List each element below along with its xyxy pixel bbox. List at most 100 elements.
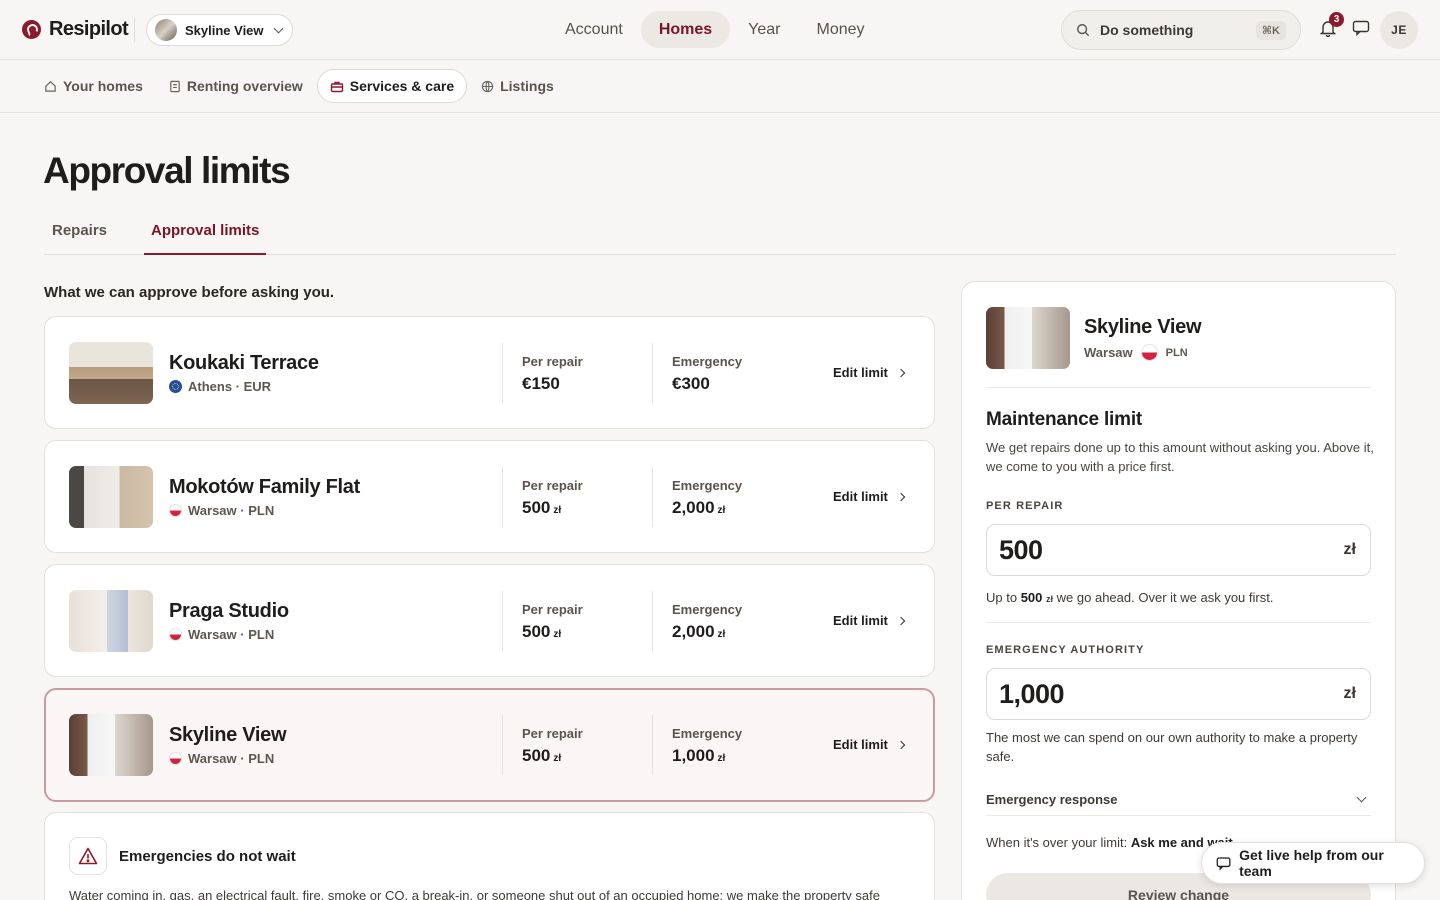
limit-editor-panel: Skyline View Warsaw PLN Maintenance limi… [961,281,1396,900]
home-name: Koukaki Terrace [169,352,319,374]
divider [502,715,503,775]
location-text: Warsaw · PLN [188,751,275,766]
subnav-label: Listings [500,78,554,94]
chevron-right-icon [896,492,906,501]
warning-icon [78,847,98,865]
edit-limit-button[interactable]: Edit limit [833,613,906,628]
home-photo [69,342,153,404]
currency: zł [553,753,562,764]
per-repair-label: Per repair [522,602,583,617]
emergency-notice-title: Emergencies do not wait [119,848,296,865]
home-location: Warsaw · PLN [169,627,274,642]
brand-logo[interactable]: Resipilot [22,18,129,41]
divider [502,343,503,403]
emergency-label: Emergency [672,602,743,617]
nav-money[interactable]: Money [799,11,883,48]
home-name: Praga Studio [169,600,289,622]
hint-amount: 500 [1020,590,1043,605]
hint-currency: zł [1046,594,1054,604]
divider [652,715,653,775]
subnav-label: Services & care [349,78,455,94]
home-photo [69,466,153,528]
per-repair-label: Per repair [522,726,583,741]
per-repair-input[interactable]: zł [986,524,1371,576]
per-repair-value: €150 [522,374,563,394]
emergency-authority-input[interactable]: zł [986,668,1371,720]
home-photo [69,590,153,652]
per-repair-label: Per repair [522,354,583,369]
section-intro: What we can approve before asking you. [44,284,335,301]
city: Warsaw [1084,345,1133,360]
currency-suffix: zł [1343,541,1356,558]
emergency-label: Emergency [672,354,743,369]
home-card-praga-studio[interactable]: Praga Studio Warsaw · PLN Per repair 500… [44,564,935,677]
emergency-notice-card: Emergencies do not wait Water coming in,… [44,812,935,900]
location-text: Warsaw · PLN [188,503,275,518]
poland-flag-icon [169,504,182,517]
home-name: Mokotów Family Flat [169,476,360,498]
poland-flag-icon [169,628,182,641]
panel-home-location: Warsaw PLN [1084,344,1188,361]
per-repair-hint: Up to 500 zł we go ahead. Over it we ask… [986,588,1376,609]
emergency-value: €300 [672,374,713,394]
tab-repairs[interactable]: Repairs [44,214,115,255]
currency: zł [553,629,562,640]
home-photo [986,307,1070,369]
home-card-mokotow-family-flat[interactable]: Mokotów Family Flat Warsaw · PLN Per rep… [44,440,935,553]
live-help-button[interactable]: Get live help from our team [1201,842,1425,884]
home-card-skyline-view[interactable]: Skyline View Warsaw · PLN Per repair 500… [44,688,935,802]
home-card-koukaki-terrace[interactable]: Koukaki Terrace Athens · EUR Per repair … [44,316,935,429]
nav-year[interactable]: Year [730,11,798,48]
nav-account[interactable]: Account [547,11,641,48]
home-name: Skyline View [169,724,287,746]
home-location: Athens · EUR [169,379,271,394]
divider [502,467,503,527]
emergency-value: 2,000 zł [672,622,725,642]
chevron-down-icon [1356,792,1367,803]
subnav-renting-overview[interactable]: Renting overview [157,69,315,103]
tab-approval-limits[interactable]: Approval limits [144,214,267,255]
document-icon [170,80,180,92]
subnav-listings[interactable]: Listings [469,69,566,103]
home-switcher-label: Skyline View [185,22,264,38]
edit-limit-button[interactable]: Edit limit [833,737,906,752]
home-photo [69,714,153,776]
emergency-response-dropdown[interactable]: Emergency response [986,781,1371,817]
edit-limit-button[interactable]: Edit limit [833,489,906,504]
hint-text: Up to [986,590,1018,605]
home-switcher[interactable]: Skyline View [146,14,293,46]
divider [986,622,1371,623]
main-nav: Account Homes Year Money [547,11,883,48]
subnav-your-homes[interactable]: Your homes [32,69,155,103]
messages-button[interactable] [1349,16,1373,40]
nav-homes[interactable]: Homes [640,11,731,48]
amount: 500 [522,498,551,517]
emergency-notice-text: Water coming in, gas, an electrical faul… [69,888,880,900]
emergency-hint: The most we can spend on our own authori… [986,730,1358,764]
emergency-label: Emergency [672,478,743,493]
user-avatar[interactable]: JE [1380,11,1418,49]
home-avatar [155,19,177,41]
currency-suffix: zł [1343,685,1356,702]
divider [986,387,1371,388]
chat-icon [1216,856,1231,870]
chat-icon [1352,20,1370,36]
chevron-down-icon [273,23,284,34]
resipilot-logo-icon [22,20,41,39]
per-repair-amount-field[interactable] [999,534,1299,566]
emergency-amount-field[interactable] [999,678,1299,710]
edit-limit-button[interactable]: Edit limit [833,365,906,380]
command-search[interactable]: Do something ⌘K [1061,10,1301,50]
location-text: Athens · EUR [188,379,272,394]
home-location: Warsaw · PLN [169,751,274,766]
dropdown-label: Emergency response [986,791,1118,807]
chevron-right-icon [896,368,906,377]
poland-flag-icon [169,752,182,765]
per-repair-value: 500 zł [522,498,561,518]
chevron-right-icon [896,616,906,625]
subnav-services-care[interactable]: Services & care [316,69,468,103]
subnav-label: Your homes [63,78,143,94]
per-repair-value: 500 zł [522,746,561,766]
top-bar: Resipilot Skyline View Account Homes Yea… [0,0,1440,60]
amount: 500 [522,746,551,765]
